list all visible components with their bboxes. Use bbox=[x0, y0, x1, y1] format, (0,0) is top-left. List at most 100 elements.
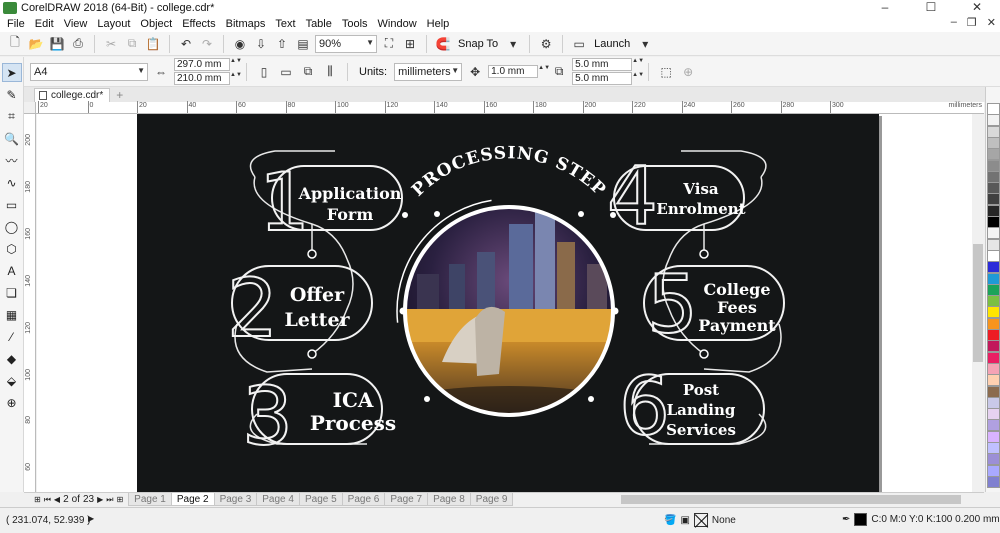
drawing-canvas[interactable]: PROCESSING STEP 1 2 3 4 5 6 Application … bbox=[37, 114, 972, 492]
doc-minimize-icon[interactable]: – bbox=[951, 16, 957, 29]
doc-restore-icon[interactable]: ❐ bbox=[967, 16, 977, 29]
duplicate-x-input[interactable]: 5.0 mm bbox=[572, 58, 633, 71]
publish-pdf-icon[interactable]: ▤ bbox=[294, 35, 312, 53]
menu-table[interactable]: Table bbox=[301, 18, 337, 30]
eyedropper-icon[interactable]: ⁄ bbox=[2, 327, 22, 346]
document-tab[interactable]: college.cdr* bbox=[34, 88, 111, 102]
color-swatch[interactable] bbox=[987, 317, 1000, 330]
color-swatch[interactable] bbox=[987, 238, 1000, 251]
export-icon[interactable]: ⇧ bbox=[273, 35, 291, 53]
current-page-icon[interactable]: ⫼ bbox=[321, 63, 339, 81]
paste-icon[interactable]: 📋 bbox=[144, 35, 162, 53]
color-swatch[interactable] bbox=[987, 351, 1000, 364]
page-size-combo[interactable]: A4 ▼ bbox=[30, 62, 148, 81]
color-swatch[interactable] bbox=[987, 136, 1000, 149]
minimize-button[interactable]: – bbox=[862, 0, 908, 16]
close-button[interactable]: ✕ bbox=[954, 0, 1000, 16]
pick-tool-icon[interactable]: ➤ bbox=[1, 63, 22, 82]
polygon-tool-icon[interactable]: ⬡ bbox=[2, 239, 22, 258]
color-swatch[interactable] bbox=[987, 295, 1000, 308]
vertical-scroll-thumb[interactable] bbox=[973, 244, 983, 362]
chevron-down-icon[interactable]: ▾ bbox=[504, 35, 522, 53]
color-swatch[interactable] bbox=[987, 216, 1000, 228]
add-page-end-icon[interactable]: ⊞ bbox=[116, 495, 123, 504]
menu-effects[interactable]: Effects bbox=[177, 18, 220, 30]
menu-text[interactable]: Text bbox=[270, 18, 300, 30]
options-gear-icon[interactable]: ⚙ bbox=[537, 35, 555, 53]
last-page-icon[interactable]: ⏭ bbox=[106, 495, 113, 505]
color-swatch[interactable] bbox=[987, 272, 1000, 285]
zoom-tool-icon[interactable]: 🔍 bbox=[2, 129, 22, 148]
first-page-icon[interactable]: ⏮ bbox=[44, 495, 51, 505]
prev-page-icon[interactable]: ◀ bbox=[54, 495, 60, 504]
menu-file[interactable]: File bbox=[2, 18, 30, 30]
color-swatch[interactable] bbox=[987, 329, 1000, 341]
color-swatch[interactable] bbox=[987, 419, 1000, 432]
color-swatch[interactable] bbox=[987, 170, 1000, 183]
color-swatch[interactable] bbox=[987, 362, 1000, 375]
color-swatch[interactable] bbox=[987, 442, 1000, 454]
status-menu-arrow-icon[interactable]: ▶ bbox=[88, 514, 94, 523]
fill-bucket-icon[interactable]: 🪣 bbox=[664, 515, 676, 526]
horizontal-ruler[interactable]: millimeters 20 0 20 40 60 80 100 120 140 160 180 20… bbox=[36, 101, 984, 114]
freehand-tool-icon[interactable]: 〰 bbox=[2, 151, 22, 170]
search-content-icon[interactable]: ◉ bbox=[231, 35, 249, 53]
pen-nib-icon[interactable]: ✒ bbox=[842, 514, 850, 525]
fill-color-picker-icon[interactable]: ▣ bbox=[680, 515, 689, 526]
document-page[interactable]: PROCESSING STEP 1 2 3 4 5 6 Application … bbox=[137, 114, 879, 492]
redo-icon[interactable]: ↷ bbox=[198, 35, 216, 53]
color-swatch[interactable] bbox=[987, 396, 1000, 409]
ruler-origin[interactable] bbox=[24, 102, 36, 114]
page-frame-icon[interactable]: ⬚ bbox=[657, 63, 675, 81]
menu-object[interactable]: Object bbox=[135, 18, 177, 30]
import-icon[interactable]: ⇩ bbox=[252, 35, 270, 53]
vertical-scrollbar[interactable] bbox=[972, 114, 984, 492]
page-tab[interactable]: Page 7 bbox=[384, 493, 429, 506]
save-icon[interactable]: 💾 bbox=[48, 35, 66, 53]
color-swatch[interactable] bbox=[987, 453, 1000, 466]
cut-icon[interactable]: ✂ bbox=[102, 35, 120, 53]
copy-icon[interactable]: ⧉ bbox=[123, 35, 141, 53]
nudge-input[interactable]: 1.0 mm bbox=[488, 65, 539, 78]
color-swatch[interactable] bbox=[987, 227, 1000, 240]
page-tab[interactable]: Page 8 bbox=[427, 493, 471, 506]
spinner-icon[interactable]: ▲▼ bbox=[230, 72, 242, 85]
add-page-icon[interactable]: ⊞ bbox=[34, 495, 41, 504]
color-swatch[interactable] bbox=[987, 182, 1000, 195]
color-swatch[interactable] bbox=[987, 385, 1000, 398]
undo-icon[interactable]: ↶ bbox=[177, 35, 195, 53]
page-tab[interactable]: Page 4 bbox=[256, 493, 300, 506]
rectangle-tool-icon[interactable]: ▭ bbox=[2, 195, 22, 214]
add-icon[interactable]: ⊕ bbox=[679, 63, 697, 81]
smart-fill-icon[interactable]: ⬙ bbox=[2, 371, 22, 390]
menu-window[interactable]: Window bbox=[373, 18, 422, 30]
duplicate-y-input[interactable]: 5.0 mm bbox=[572, 72, 633, 85]
crop-tool-icon[interactable]: ⌗ bbox=[2, 107, 22, 126]
portrait-icon[interactable]: ▯ bbox=[255, 63, 273, 81]
zoom-combo[interactable]: 90% ▼ bbox=[315, 34, 377, 53]
color-swatch[interactable] bbox=[987, 103, 1000, 115]
shape-tool-icon[interactable]: ✎ bbox=[2, 85, 22, 104]
spinner-icon[interactable]: ▲▼ bbox=[230, 58, 242, 71]
interactive-fill-icon[interactable]: ◆ bbox=[2, 349, 22, 368]
color-swatch[interactable] bbox=[987, 464, 1000, 477]
launch-icon[interactable]: ▭ bbox=[570, 35, 588, 53]
color-swatch[interactable] bbox=[987, 249, 1000, 262]
page-tab[interactable]: Page 3 bbox=[213, 493, 258, 506]
new-tab-plus-icon[interactable]: + bbox=[116, 88, 123, 102]
artistic-media-icon[interactable]: ∿ bbox=[2, 173, 22, 192]
spinner-icon[interactable]: ▲▼ bbox=[538, 65, 550, 78]
print-icon[interactable]: ⎙ bbox=[69, 35, 87, 53]
spinner-icon[interactable]: ▲▼ bbox=[632, 72, 644, 85]
color-swatch[interactable] bbox=[987, 374, 1000, 387]
show-rulers-icon[interactable]: ⊞ bbox=[401, 35, 419, 53]
color-swatch[interactable] bbox=[987, 148, 1000, 161]
doc-close-icon[interactable]: ✕ bbox=[987, 16, 996, 29]
horizontal-scroll-thumb[interactable] bbox=[621, 495, 961, 504]
snap-to-icon[interactable]: 🧲 bbox=[434, 35, 452, 53]
color-swatch[interactable] bbox=[987, 261, 1000, 274]
spinner-icon[interactable]: ▲▼ bbox=[632, 58, 644, 71]
full-screen-icon[interactable]: ⛶ bbox=[380, 35, 398, 53]
menu-tools[interactable]: Tools bbox=[337, 18, 373, 30]
new-document-icon[interactable]: 🗋 bbox=[6, 35, 24, 53]
